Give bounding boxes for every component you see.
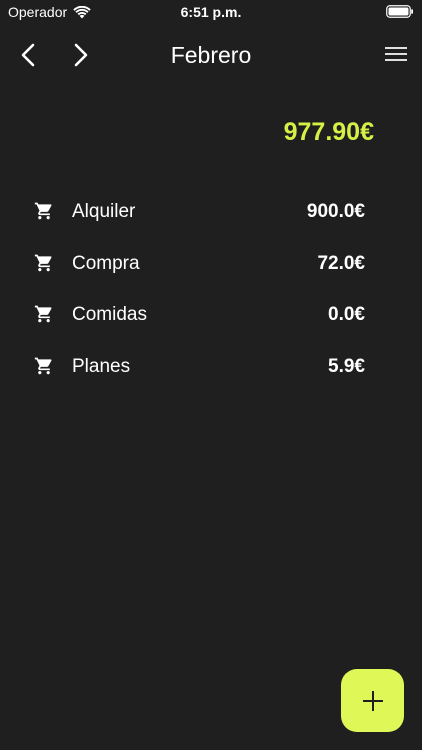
list-item[interactable]: Planes 5.9€ (0, 341, 422, 393)
expense-list: Alquiler 900.0€ Compra 72.0€ Comidas 0.0… (0, 186, 422, 393)
add-expense-button[interactable] (341, 669, 404, 732)
page-title: Febrero (170, 42, 252, 68)
expense-name: Alquiler (72, 201, 136, 222)
battery-icon (386, 5, 413, 18)
expense-amount: 0.0€ (328, 304, 365, 326)
expense-amount: 72.0€ (317, 252, 365, 274)
plus-icon (362, 690, 383, 711)
status-bar: Operador 6:51 p.m. (0, 0, 422, 24)
list-item[interactable]: Alquiler 900.0€ (0, 186, 422, 238)
nav-bar: Febrero (0, 30, 422, 80)
expense-name: Comidas (72, 304, 147, 326)
cart-icon (34, 202, 52, 220)
cart-icon (34, 306, 52, 323)
cart-icon (34, 357, 52, 375)
list-item[interactable]: Compra 72.0€ (0, 238, 422, 290)
expense-amount: 5.9€ (328, 356, 365, 378)
expense-name: Compra (72, 252, 140, 274)
monthly-total: 977.90€ (283, 118, 374, 146)
expense-amount: 900.0€ (306, 201, 365, 222)
list-item[interactable]: Comidas 0.0€ (0, 289, 422, 341)
expense-name: Planes (72, 356, 131, 378)
cart-icon (34, 254, 52, 272)
status-time: 6:51 p.m. (180, 4, 242, 20)
hamburger-menu-icon (385, 47, 407, 61)
menu-button[interactable] (384, 42, 408, 66)
